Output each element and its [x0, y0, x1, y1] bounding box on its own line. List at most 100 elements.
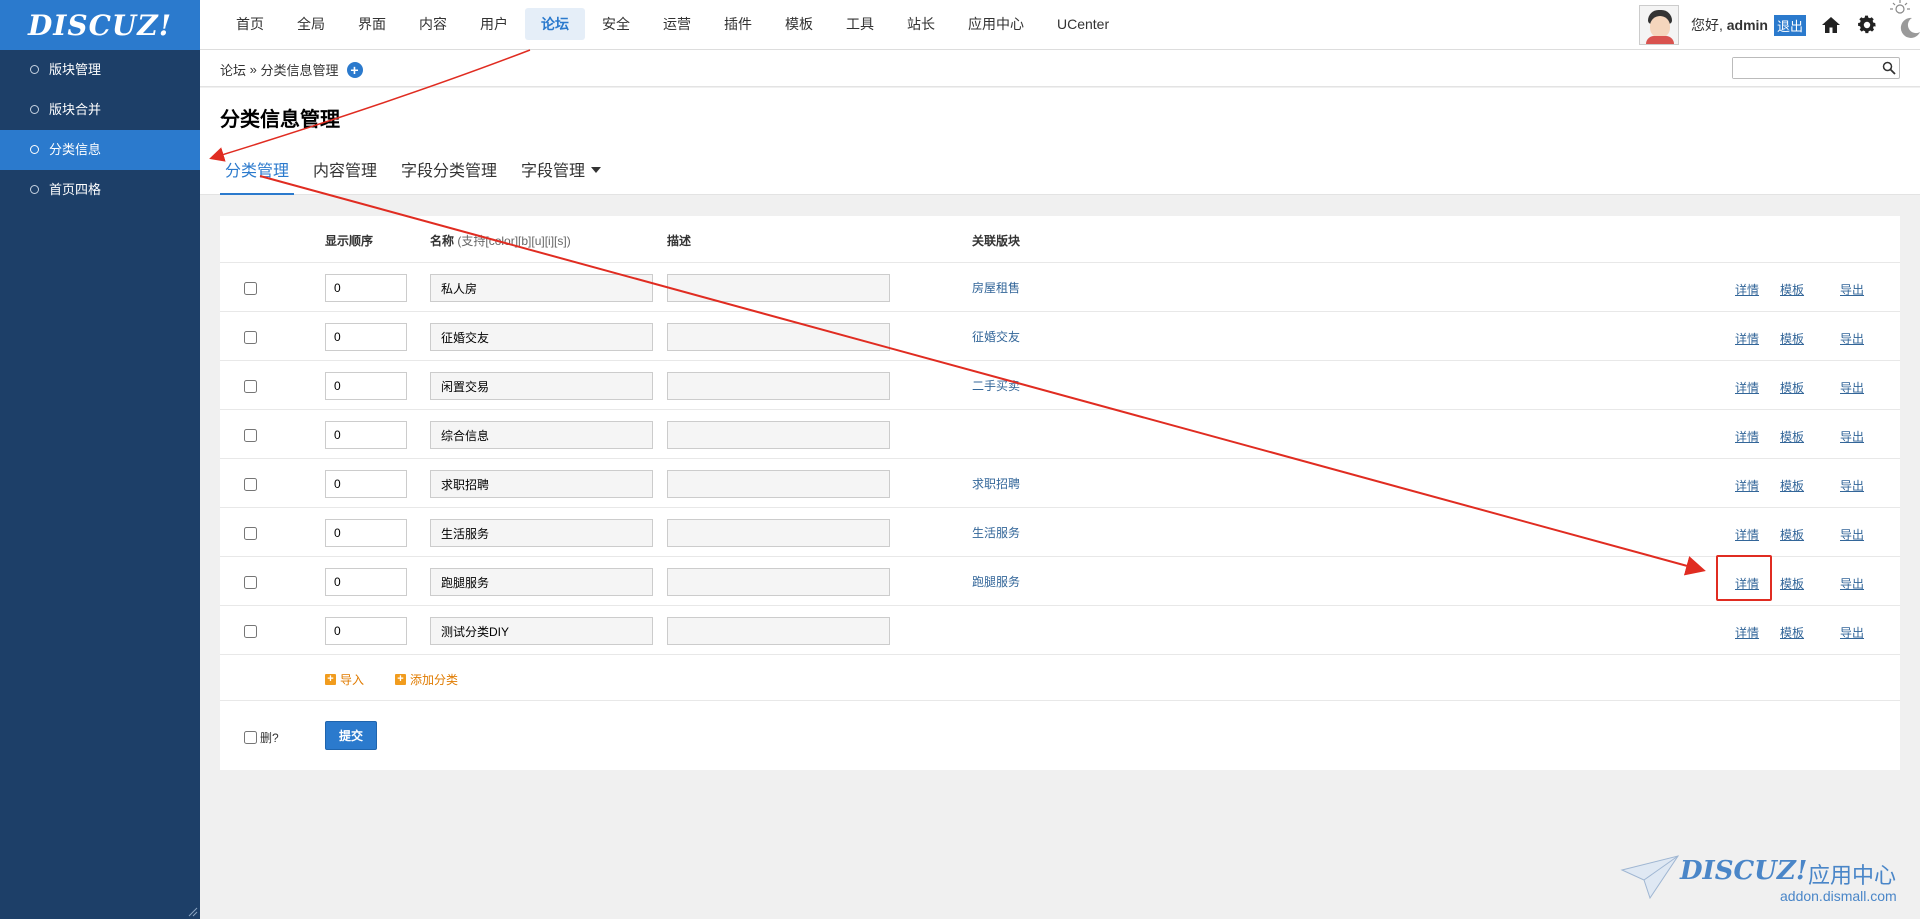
template-link[interactable]: 模板	[1780, 428, 1804, 445]
desc-input[interactable]	[667, 421, 890, 449]
export-link[interactable]: 导出	[1840, 575, 1864, 592]
template-link[interactable]: 模板	[1780, 379, 1804, 396]
name-input[interactable]	[430, 568, 653, 596]
desc-input[interactable]	[667, 519, 890, 547]
template-link[interactable]: 模板	[1780, 526, 1804, 543]
tab-field-category-manage[interactable]: 字段分类管理	[396, 158, 502, 195]
row-checkbox[interactable]	[244, 576, 257, 589]
forum-link[interactable]: 跑腿服务	[972, 573, 1020, 590]
avatar[interactable]	[1638, 5, 1679, 45]
sidebar-item-classified-info[interactable]: 分类信息	[0, 130, 200, 170]
order-input[interactable]	[325, 470, 407, 498]
home-icon[interactable]	[1818, 12, 1844, 38]
sidebar-item-home-grid[interactable]: 首页四格	[0, 170, 200, 210]
search-icon[interactable]	[1882, 61, 1896, 75]
gear-icon[interactable]	[1854, 12, 1880, 38]
row-checkbox[interactable]	[244, 625, 257, 638]
tab-category-manage[interactable]: 分类管理	[220, 158, 295, 195]
template-link[interactable]: 模板	[1780, 575, 1804, 592]
order-input[interactable]	[325, 617, 407, 645]
add-category-link[interactable]: + 添加分类	[395, 671, 458, 688]
name-input[interactable]	[430, 372, 653, 400]
export-link[interactable]: 导出	[1840, 428, 1864, 445]
nav-operations[interactable]: 运营	[647, 8, 707, 40]
name-input[interactable]	[430, 421, 653, 449]
order-input[interactable]	[325, 323, 407, 351]
search-input[interactable]	[1733, 58, 1873, 78]
name-input[interactable]	[430, 470, 653, 498]
row-checkbox[interactable]	[244, 527, 257, 540]
template-link[interactable]: 模板	[1780, 624, 1804, 641]
nav-tools[interactable]: 工具	[830, 8, 890, 40]
detail-link[interactable]: 详情	[1735, 379, 1759, 396]
nav-interface[interactable]: 界面	[342, 8, 402, 40]
order-input[interactable]	[325, 372, 407, 400]
desc-input[interactable]	[667, 568, 890, 596]
breadcrumb-root[interactable]: 论坛	[220, 60, 246, 79]
order-input[interactable]	[325, 421, 407, 449]
detail-link[interactable]: 详情	[1735, 330, 1759, 347]
template-link[interactable]: 模板	[1780, 330, 1804, 347]
name-input[interactable]	[430, 323, 653, 351]
nav-security[interactable]: 安全	[586, 8, 646, 40]
resize-grip-icon[interactable]	[188, 907, 198, 917]
export-link[interactable]: 导出	[1840, 281, 1864, 298]
forum-link[interactable]: 房屋租售	[972, 279, 1020, 296]
template-link[interactable]: 模板	[1780, 477, 1804, 494]
import-link[interactable]: + 导入	[325, 671, 364, 688]
row-checkbox[interactable]	[244, 331, 257, 344]
order-input[interactable]	[325, 568, 407, 596]
logout-button[interactable]: 退出	[1773, 14, 1806, 36]
export-link[interactable]: 导出	[1840, 477, 1864, 494]
export-link[interactable]: 导出	[1840, 624, 1864, 641]
detail-link[interactable]: 详情	[1735, 477, 1759, 494]
tab-field-manage[interactable]: 字段管理	[516, 158, 606, 195]
order-input[interactable]	[325, 519, 407, 547]
row-checkbox[interactable]	[244, 478, 257, 491]
nav-webmaster[interactable]: 站长	[891, 8, 951, 40]
nav-users[interactable]: 用户	[464, 8, 524, 40]
discuz-logo[interactable]: DISCUZ!	[0, 0, 200, 50]
row-checkbox[interactable]	[244, 282, 257, 295]
submit-button[interactable]: 提交	[325, 721, 377, 750]
theme-toggle-icon[interactable]	[1890, 0, 1920, 50]
forum-link[interactable]: 二手买卖	[972, 377, 1020, 394]
export-link[interactable]: 导出	[1840, 330, 1864, 347]
nav-content[interactable]: 内容	[403, 8, 463, 40]
desc-input[interactable]	[667, 470, 890, 498]
detail-link[interactable]: 详情	[1735, 428, 1759, 445]
nav-ucenter[interactable]: UCenter	[1041, 8, 1125, 40]
detail-link[interactable]: 详情	[1735, 526, 1759, 543]
detail-link[interactable]: 详情	[1735, 624, 1759, 641]
export-link[interactable]: 导出	[1840, 379, 1864, 396]
name-input[interactable]	[430, 617, 653, 645]
row-checkbox[interactable]	[244, 429, 257, 442]
row-checkbox[interactable]	[244, 380, 257, 393]
tab-content-manage[interactable]: 内容管理	[308, 158, 382, 195]
nav-templates[interactable]: 模板	[769, 8, 829, 40]
nav-global[interactable]: 全局	[281, 8, 341, 40]
export-link[interactable]: 导出	[1840, 526, 1864, 543]
sidebar-item-forum-manage[interactable]: 版块管理	[0, 50, 200, 90]
nav-forum[interactable]: 论坛	[525, 8, 585, 40]
bullet-icon	[30, 185, 39, 195]
desc-input[interactable]	[667, 323, 890, 351]
nav-app-center[interactable]: 应用中心	[952, 8, 1040, 40]
name-input[interactable]	[430, 274, 653, 302]
sidebar-item-forum-merge[interactable]: 版块合并	[0, 90, 200, 130]
add-shortcut-icon[interactable]: +	[346, 61, 363, 78]
nav-plugins[interactable]: 插件	[708, 8, 768, 40]
delete-checkbox[interactable]	[244, 731, 257, 744]
detail-link[interactable]: 详情	[1735, 281, 1759, 298]
nav-home[interactable]: 首页	[220, 8, 280, 40]
name-input[interactable]	[430, 519, 653, 547]
desc-input[interactable]	[667, 274, 890, 302]
desc-input[interactable]	[667, 372, 890, 400]
forum-link[interactable]: 征婚交友	[972, 328, 1020, 345]
forum-link[interactable]: 求职招聘	[972, 475, 1020, 492]
template-link[interactable]: 模板	[1780, 281, 1804, 298]
delete-toggle[interactable]: 删?	[244, 729, 279, 746]
forum-link[interactable]: 生活服务	[972, 524, 1020, 541]
order-input[interactable]	[325, 274, 407, 302]
desc-input[interactable]	[667, 617, 890, 645]
